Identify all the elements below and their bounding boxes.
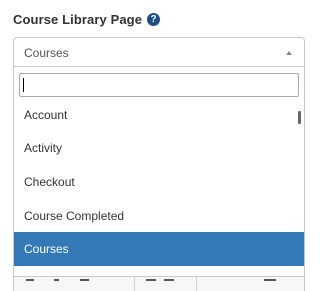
text-cursor — [23, 78, 24, 92]
field-label: Course Library Page — [13, 12, 143, 27]
option-activity[interactable]: Activity — [14, 132, 304, 166]
option-account[interactable]: Account — [14, 98, 304, 132]
select-current-value: Courses — [24, 46, 69, 60]
toolbar-glyph-icon — [264, 279, 276, 281]
help-icon[interactable]: ? — [147, 13, 161, 26]
field-label-row: Course Library Page ? — [13, 12, 161, 27]
toolbar-separator — [134, 277, 135, 291]
option-courses[interactable]: Courses — [14, 232, 304, 266]
dropdown-panel: Account Activity Checkout Course Complet… — [13, 66, 305, 277]
toolbar-separator — [196, 277, 197, 291]
toolbar-glyph-icon — [146, 279, 156, 281]
dropdown-scrollbar[interactable] — [298, 111, 301, 124]
toolbar-glyph-icon — [164, 279, 174, 281]
dropdown-search-input[interactable] — [19, 73, 299, 97]
caret-up-icon — [286, 51, 292, 55]
toolbar-glyph-icon — [80, 279, 89, 281]
option-checkout[interactable]: Checkout — [14, 165, 304, 199]
toolbar-glyph-icon — [54, 279, 59, 281]
course-library-page-select[interactable]: Courses — [13, 37, 305, 67]
editor-toolbar-partial — [13, 277, 305, 291]
page-root: Course Library Page ? Courses Account Ac… — [0, 0, 316, 291]
options-list: Account Activity Checkout Course Complet… — [14, 98, 304, 266]
toolbar-glyph-icon — [26, 279, 34, 281]
option-course-completed[interactable]: Course Completed — [14, 199, 304, 233]
